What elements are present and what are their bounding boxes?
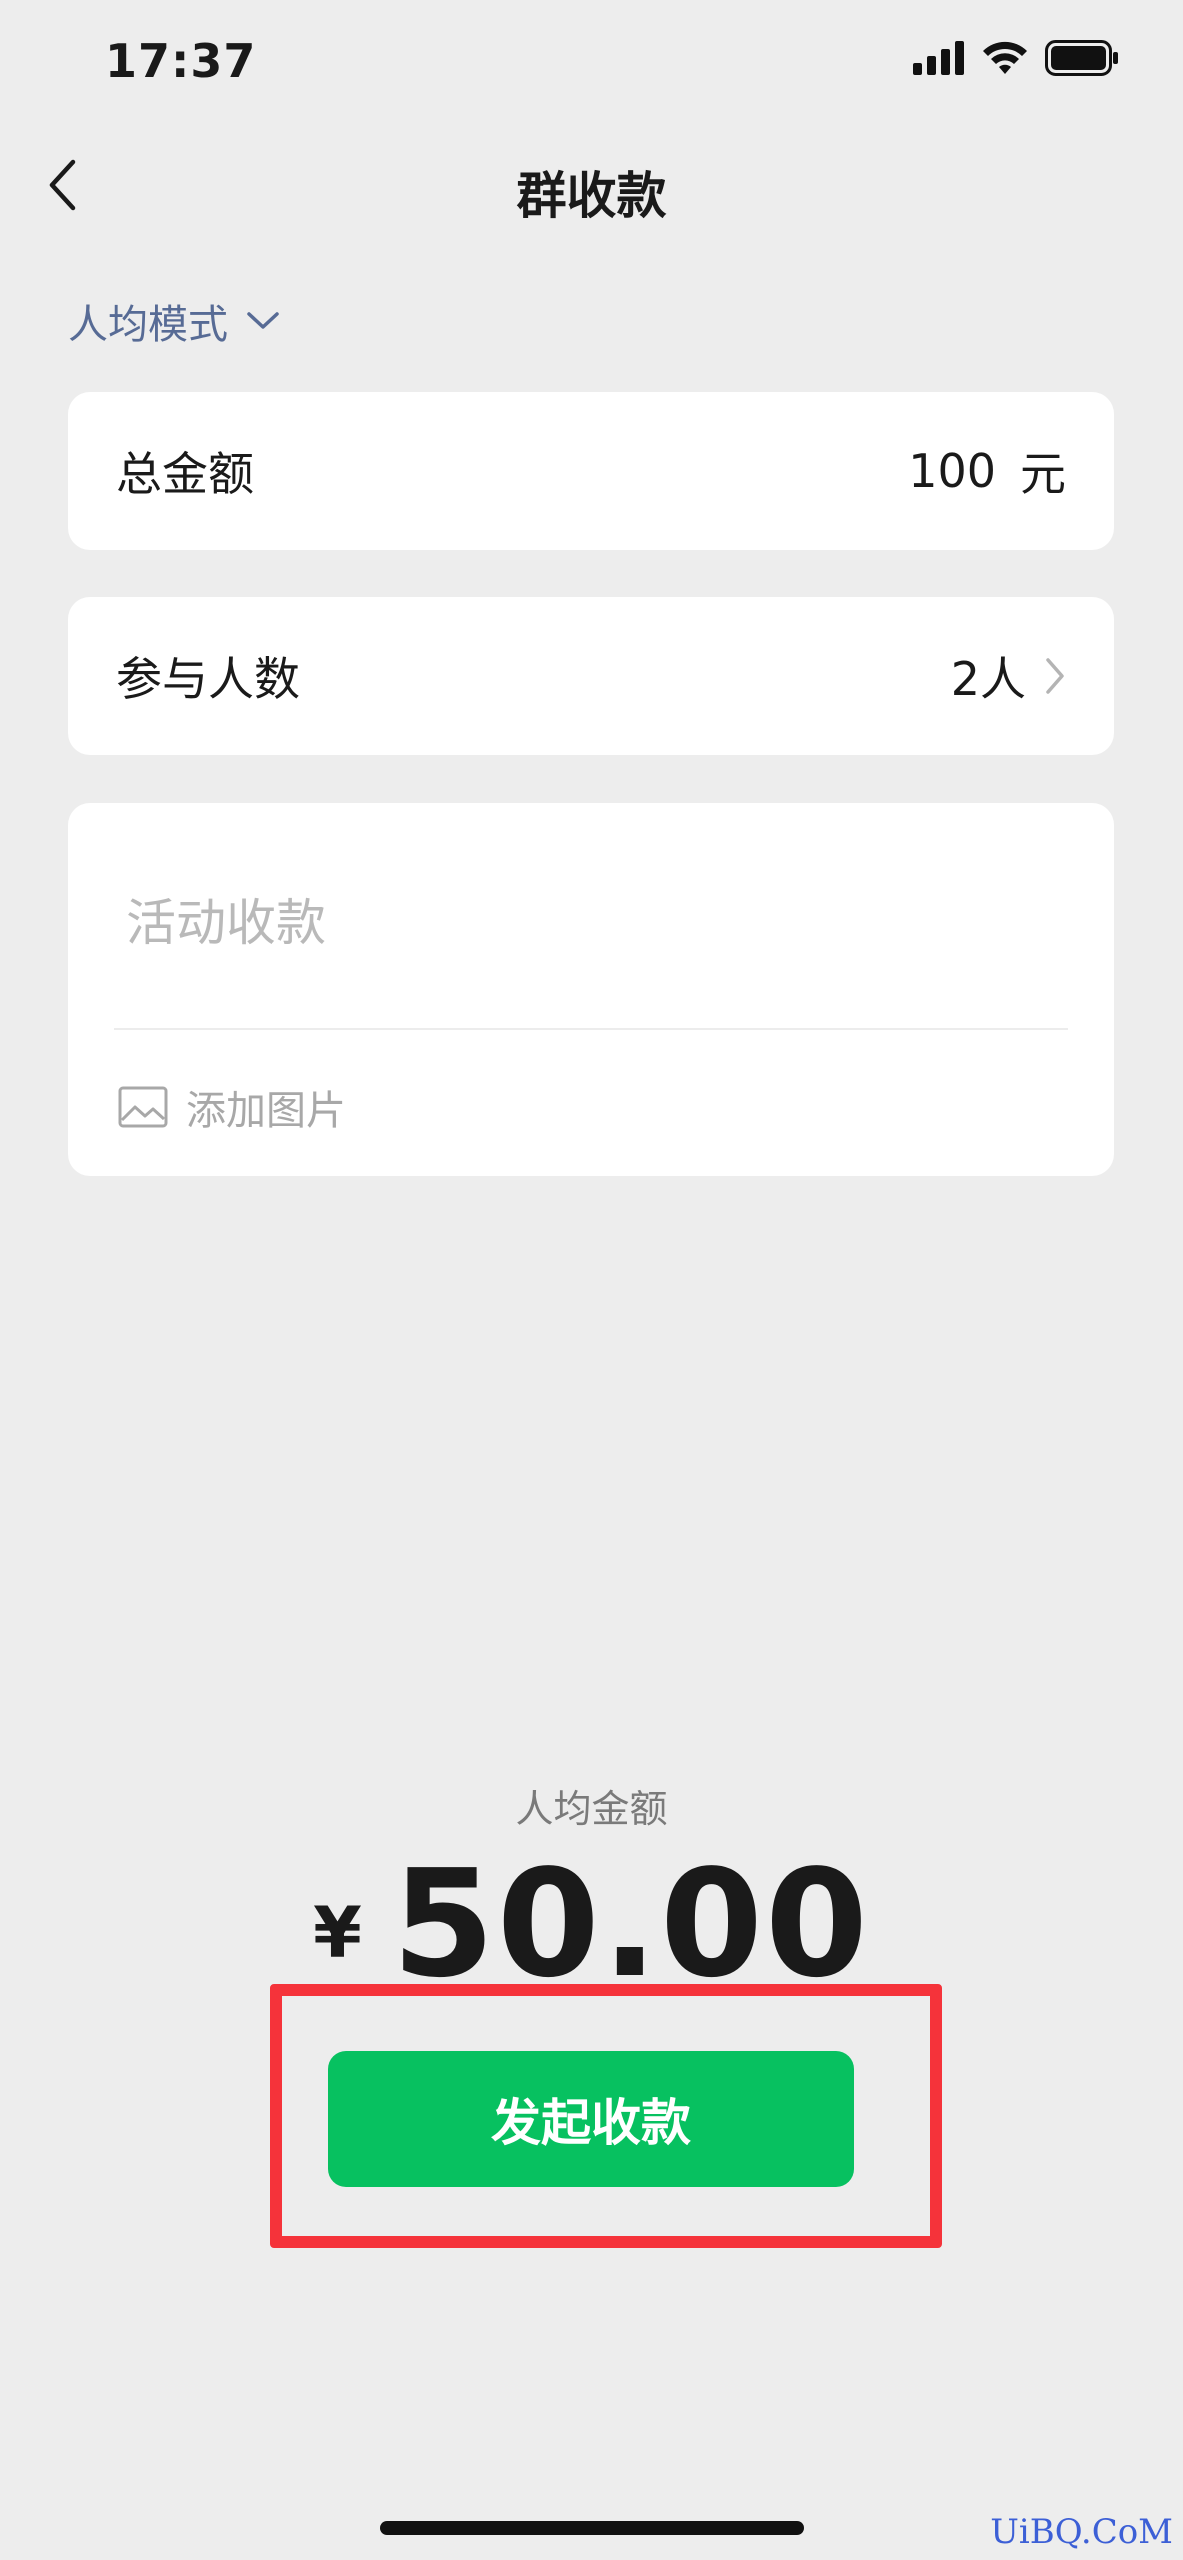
battery-icon [1045,40,1118,76]
mode-label: 人均模式 [68,302,228,348]
participants-value: 2人 [950,652,1026,706]
total-amount-row[interactable]: 总金额 100 元 [68,392,1114,550]
initiate-collection-button[interactable]: 发起收款 [328,2051,854,2187]
chevron-down-icon [247,312,279,329]
image-icon [118,1086,168,1128]
wifi-icon [983,41,1027,74]
status-time: 17:37 [105,34,257,88]
total-amount-unit: 元 [1020,447,1066,501]
add-image-label: 添加图片 [186,1088,346,1134]
note-input[interactable]: 活动收款 [126,883,326,955]
total-amount-label: 总金额 [116,447,254,501]
participants-row[interactable]: 参与人数 2人 [68,597,1114,755]
per-person-value: 50.00 [391,1838,870,2010]
total-amount-value[interactable]: 100 [908,444,996,498]
currency-symbol: ¥ [313,1892,362,1974]
participants-label: 参与人数 [116,652,300,706]
home-indicator[interactable] [380,2521,804,2535]
chevron-left-icon [49,159,76,211]
divider [114,1028,1068,1030]
status-icons [913,40,1119,76]
per-person-label: 人均金额 [515,1787,668,1831]
add-image-button[interactable]: 添加图片 [118,1078,346,1136]
watermark: UiBQ.CoM [990,2512,1173,2552]
signal-icon [913,41,964,75]
note-card: 活动收款 添加图片 [68,803,1114,1176]
per-person-amount: ¥ 50.00 [0,1850,1183,1998]
back-button[interactable] [42,155,82,215]
page-title: 群收款 [516,167,667,225]
mode-selector[interactable]: 人均模式 [68,292,280,350]
chevron-right-icon [1046,658,1064,694]
